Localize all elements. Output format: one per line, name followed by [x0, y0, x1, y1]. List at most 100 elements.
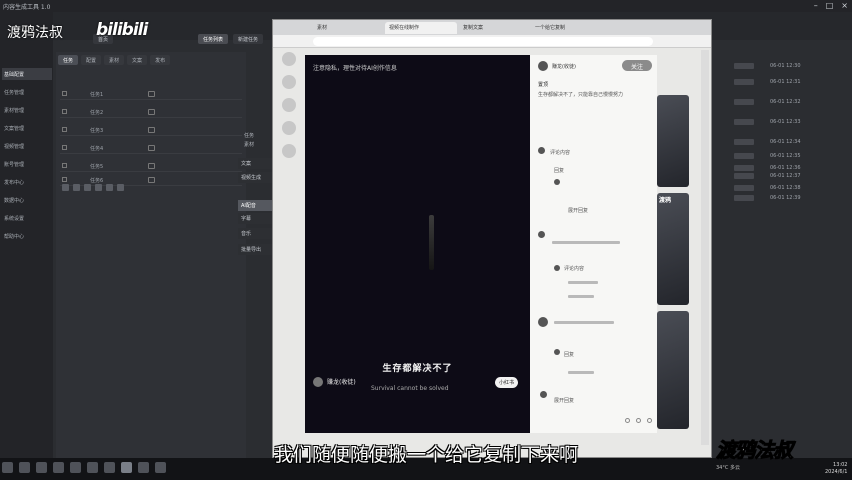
sidebar-item-6[interactable]: 账号管理 [2, 158, 52, 170]
platform-button[interactable]: 小红书 [495, 377, 519, 388]
video-caption: 生存都解决不了 [382, 364, 453, 374]
action-button[interactable] [73, 184, 80, 191]
feed-thumbnail[interactable]: 渡鸦 [657, 193, 689, 305]
follow-button[interactable]: 关注 [622, 60, 652, 71]
feed-thumbnail[interactable] [657, 311, 689, 429]
row-checkbox[interactable] [62, 127, 67, 132]
watermark-left: 渡鸦法叔 [7, 25, 63, 41]
sidebar-item-4[interactable]: 文案管理 [2, 122, 52, 134]
mid-menu-item[interactable]: 音乐 [238, 228, 274, 239]
app-sidebar: 基础配置 任务管理 素材管理 文案管理 视频管理 账号管理 发布中心 数据中心 … [0, 12, 53, 458]
video-author-name[interactable]: 赚龙(收徒) [327, 377, 356, 386]
row-checkbox[interactable] [62, 109, 67, 114]
row-checkbox[interactable] [62, 177, 67, 182]
list-item[interactable]: 06-01 12:30 [734, 60, 848, 72]
panel-tab-3[interactable]: 素材 [104, 55, 125, 65]
avatar[interactable] [313, 377, 323, 387]
table-row[interactable]: 任务1 [60, 88, 242, 100]
sidebar-item-5[interactable]: 视频管理 [2, 140, 52, 152]
expand-replies-link[interactable]: 展开回复 [554, 397, 574, 404]
list-item[interactable]: 06-01 12:39 [734, 192, 848, 204]
publish-icon[interactable] [282, 98, 296, 112]
mid-menu-item-active[interactable]: AI配音 [238, 200, 274, 211]
row-checkbox[interactable] [62, 145, 67, 150]
like-icon[interactable] [625, 418, 630, 423]
avatar[interactable] [538, 231, 545, 238]
action-button[interactable] [117, 184, 124, 191]
row-toggle[interactable] [148, 145, 155, 151]
url-input[interactable] [313, 37, 653, 46]
avatar[interactable] [554, 179, 560, 185]
browser-tab-active[interactable]: 视频在线制作 [385, 22, 457, 34]
mid-menu-item[interactable]: 批量导出 [238, 244, 274, 255]
list-item[interactable]: 06-01 12:31 [734, 76, 848, 88]
right-task-panel: 06-01 12:30 06-01 12:31 06-01 12:32 06-0… [700, 52, 852, 458]
sidebar-item-10[interactable]: 帮助中心 [2, 230, 52, 242]
browser-tab[interactable]: 素材 [313, 22, 383, 34]
list-item[interactable]: 06-01 12:33 [734, 116, 848, 128]
sidebar-item-7[interactable]: 发布中心 [2, 176, 52, 188]
avatar[interactable] [554, 349, 560, 355]
action-button[interactable] [106, 184, 113, 191]
tab-task-list[interactable]: 任务列表 [198, 34, 229, 44]
row-checkbox[interactable] [62, 91, 67, 96]
minimize-icon[interactable]: – [814, 1, 818, 10]
sidebar-item-2[interactable]: 任务管理 [2, 86, 52, 98]
home-icon[interactable] [282, 52, 296, 66]
browser-tab[interactable]: 复制文案 [459, 22, 529, 34]
table-row[interactable]: 任务3 [60, 124, 242, 136]
row-toggle[interactable] [148, 127, 155, 133]
table-row[interactable]: 任务2 [60, 106, 242, 118]
comments-author[interactable]: 赚龙(收徒) [552, 63, 576, 70]
thumbnail-label: 渡鸦 [659, 197, 672, 204]
sidebar-item-8[interactable]: 数据中心 [2, 194, 52, 206]
feed-thumbnails: 渡鸦 [657, 55, 689, 433]
list-item[interactable]: 06-01 12:37 [734, 170, 848, 182]
browser-tab-strip: 素材 视频在线制作 复制文案 一个给它复制 [273, 20, 711, 35]
list-item[interactable]: 06-01 12:32 [734, 96, 848, 108]
collect-icon[interactable] [636, 418, 641, 423]
maximize-icon[interactable]: □ [826, 1, 834, 10]
tab-new-task[interactable]: 新建任务 [233, 34, 264, 44]
action-button[interactable] [62, 184, 69, 191]
row-toggle[interactable] [148, 177, 155, 183]
mid-menu-item[interactable]: 文案 [238, 158, 274, 169]
panel-tab-1[interactable]: 任务 [58, 55, 79, 65]
browser-tab[interactable]: 一个给它复制 [531, 22, 601, 34]
panel-tab-5[interactable]: 发布 [150, 55, 171, 65]
sidebar-item-3[interactable]: 素材管理 [2, 104, 52, 116]
list-item[interactable]: 06-01 12:34 [734, 136, 848, 148]
sidebar-item-1[interactable]: 基础配置 [2, 68, 52, 80]
notification-icon[interactable] [282, 121, 296, 135]
avatar[interactable] [554, 265, 560, 271]
row-toggle[interactable] [148, 163, 155, 169]
mid-menu-item[interactable]: 视频生成 [238, 172, 274, 183]
avatar[interactable] [538, 147, 545, 154]
feed-thumbnail[interactable] [657, 95, 689, 187]
panel-tab-2[interactable]: 配置 [81, 55, 102, 65]
row-toggle[interactable] [148, 91, 155, 97]
avatar[interactable] [538, 317, 548, 327]
discover-icon[interactable] [282, 75, 296, 89]
table-row[interactable]: 任务4 [60, 142, 242, 154]
row-toggle[interactable] [148, 109, 155, 115]
comment-text: 评论内容 [564, 266, 585, 272]
comment-icon[interactable] [647, 418, 652, 423]
avatar[interactable] [538, 61, 548, 71]
panel-tab-4[interactable]: 文案 [127, 55, 148, 65]
avatar[interactable] [540, 391, 547, 398]
list-item[interactable]: 06-01 12:35 [734, 150, 848, 162]
video-player[interactable]: 注意隐私，理性对待AI创作信息 生存都解决不了 赚龙(收徒) Survival … [305, 55, 530, 433]
profile-icon[interactable] [282, 144, 296, 158]
comment-action-icons [625, 418, 652, 423]
row-checkbox[interactable] [62, 163, 67, 168]
action-button[interactable] [84, 184, 91, 191]
close-icon[interactable]: × [841, 1, 848, 10]
sidebar-item-9[interactable]: 系统设置 [2, 212, 52, 224]
expand-replies-link[interactable]: 展开回复 [568, 207, 588, 214]
table-row[interactable]: 任务5 [60, 160, 242, 172]
mid-menu-item[interactable]: 字幕 [238, 213, 274, 224]
browser-scrollbar[interactable] [701, 50, 709, 445]
action-button[interactable] [95, 184, 102, 191]
clock-date: 2024/6/1 [825, 469, 848, 475]
